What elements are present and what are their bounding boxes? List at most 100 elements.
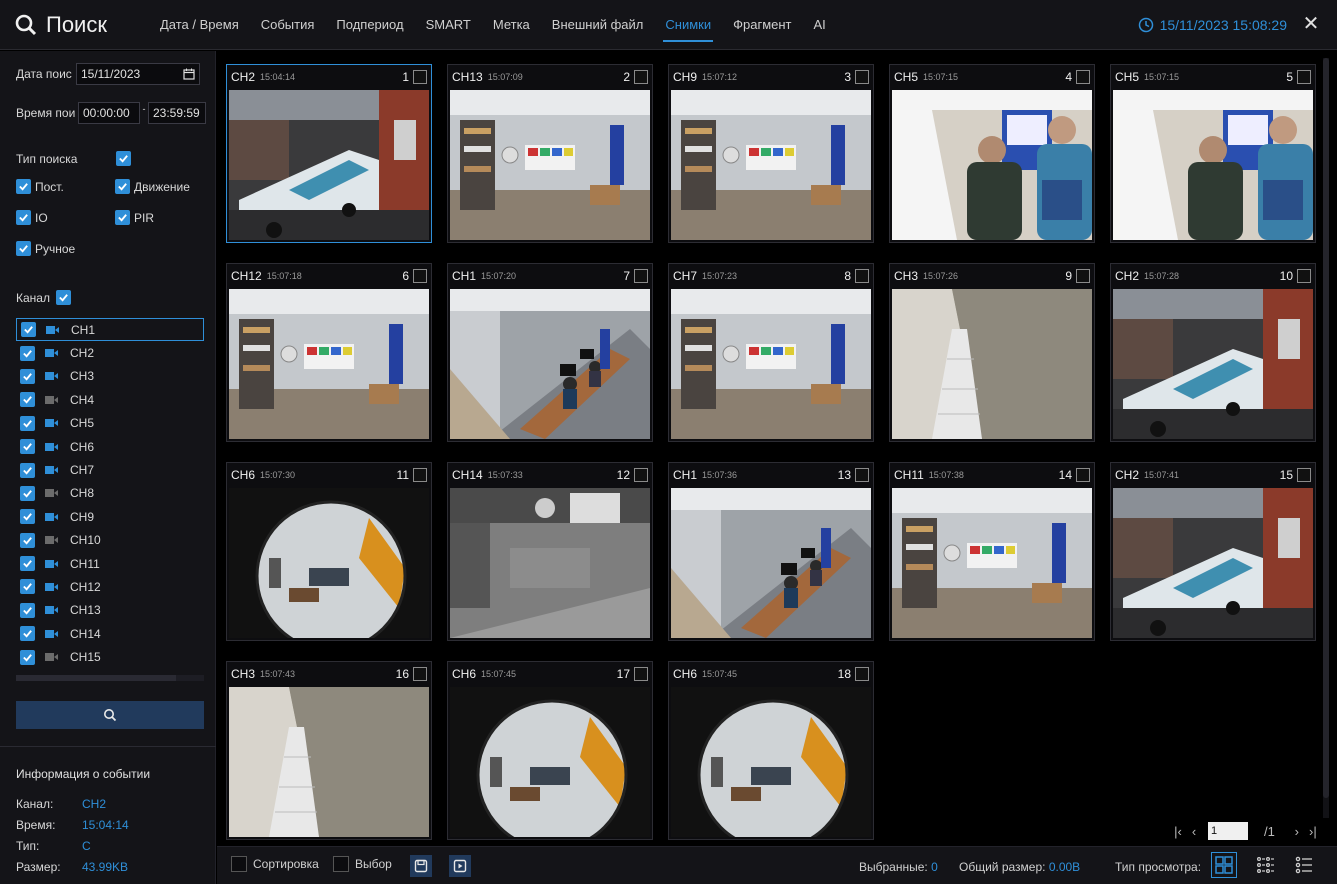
- sort-toggle[interactable]: Сортировка: [231, 856, 319, 872]
- type-checkbox-io[interactable]: [16, 210, 31, 225]
- type-checkbox-pir[interactable]: [115, 210, 130, 225]
- snapshot-tile[interactable]: CH2 15:04:14 1: [226, 64, 432, 243]
- snapshot-checkbox[interactable]: [855, 468, 869, 482]
- search-button[interactable]: [16, 701, 204, 729]
- type-checkbox-motion[interactable]: [115, 179, 130, 194]
- tab-5[interactable]: Внешний файл: [552, 0, 644, 50]
- snapshot-checkbox[interactable]: [634, 667, 648, 681]
- channel-item-ch2[interactable]: CH2: [16, 341, 204, 364]
- snapshot-checkbox[interactable]: [413, 468, 427, 482]
- channel-checkbox[interactable]: [20, 556, 35, 572]
- snapshot-thumbnail[interactable]: [671, 90, 871, 240]
- channel-item-ch8[interactable]: CH8: [16, 482, 204, 505]
- select-checkbox[interactable]: [333, 856, 349, 872]
- channel-checkbox[interactable]: [20, 462, 35, 478]
- play-button[interactable]: [449, 855, 471, 877]
- channel-checkbox[interactable]: [20, 626, 35, 642]
- snapshot-thumbnail[interactable]: [1113, 488, 1313, 638]
- tab-3[interactable]: SMART: [426, 0, 471, 50]
- snapshot-thumbnail[interactable]: [229, 289, 429, 439]
- snapshot-checkbox[interactable]: [1076, 70, 1090, 84]
- snapshot-thumbnail[interactable]: [671, 289, 871, 439]
- snapshot-checkbox[interactable]: [1297, 468, 1311, 482]
- channel-list[interactable]: CH1 CH2 CH3 CH4 CH5 CH6 CH7 CH8 CH9 CH10 CH11 CH12 C…: [16, 318, 204, 676]
- snapshot-thumbnail[interactable]: [892, 90, 1092, 240]
- tab-2[interactable]: Подпериод: [336, 0, 403, 50]
- date-field[interactable]: 15/11/2023: [76, 63, 200, 85]
- last-page-button[interactable]: ›|: [1305, 824, 1321, 839]
- snapshot-checkbox[interactable]: [413, 667, 427, 681]
- snapshot-checkbox[interactable]: [634, 269, 648, 283]
- channel-item-ch11[interactable]: CH11: [16, 552, 204, 575]
- channel-scroll-thumb[interactable]: [16, 675, 176, 681]
- snapshot-thumbnail[interactable]: [450, 488, 650, 638]
- snapshot-thumbnail[interactable]: [892, 289, 1092, 439]
- channel-item-ch10[interactable]: CH10: [16, 529, 204, 552]
- snapshot-checkbox[interactable]: [1076, 468, 1090, 482]
- snapshot-tile[interactable]: CH1 15:07:36 13: [668, 462, 874, 641]
- channel-checkbox[interactable]: [20, 368, 35, 384]
- snapshot-thumbnail[interactable]: [450, 90, 650, 240]
- channel-checkbox[interactable]: [21, 322, 36, 338]
- snapshot-tile[interactable]: CH14 15:07:33 12: [447, 462, 653, 641]
- page-input[interactable]: 1: [1208, 822, 1248, 840]
- channel-item-ch1[interactable]: CH1: [16, 318, 204, 342]
- snapshot-tile[interactable]: CH1 15:07:20 7: [447, 263, 653, 442]
- first-page-button[interactable]: |‹: [1170, 824, 1186, 839]
- snapshot-checkbox[interactable]: [855, 667, 869, 681]
- channel-checkbox[interactable]: [20, 439, 35, 455]
- channel-checkbox[interactable]: [20, 509, 35, 525]
- snapshot-thumbnail[interactable]: [1113, 289, 1313, 439]
- snapshot-checkbox[interactable]: [413, 269, 427, 283]
- type-checkbox-manual[interactable]: [16, 241, 31, 256]
- close-icon[interactable]: ✕: [1299, 12, 1323, 36]
- tab-1[interactable]: События: [261, 0, 315, 50]
- grid-scroll-thumb[interactable]: [1323, 58, 1329, 798]
- snapshot-tile[interactable]: CH5 15:07:15 4: [889, 64, 1095, 243]
- channel-item-ch3[interactable]: CH3: [16, 365, 204, 388]
- channel-item-ch15[interactable]: CH15: [16, 645, 204, 668]
- next-page-button[interactable]: ›: [1289, 824, 1305, 839]
- list-view-button[interactable]: [1291, 852, 1317, 878]
- snapshot-thumbnail[interactable]: [892, 488, 1092, 638]
- channel-item-ch4[interactable]: CH4: [16, 388, 204, 411]
- snapshot-tile[interactable]: CH2 15:07:41 15: [1110, 462, 1316, 641]
- snapshot-checkbox[interactable]: [634, 468, 648, 482]
- snapshot-tile[interactable]: CH9 15:07:12 3: [668, 64, 874, 243]
- search-type-all-checkbox[interactable]: [116, 151, 131, 166]
- snapshot-thumbnail[interactable]: [450, 289, 650, 439]
- channel-item-ch13[interactable]: CH13: [16, 599, 204, 622]
- snapshot-checkbox[interactable]: [1297, 70, 1311, 84]
- snapshot-checkbox[interactable]: [855, 70, 869, 84]
- channel-all-checkbox[interactable]: [55, 290, 71, 305]
- channel-list-scrollbar[interactable]: [16, 675, 204, 681]
- snapshot-tile[interactable]: CH3 15:07:43 16: [226, 661, 432, 840]
- snapshot-thumbnail[interactable]: [229, 90, 429, 240]
- snapshot-tile[interactable]: CH11 15:07:38 14: [889, 462, 1095, 641]
- channel-checkbox[interactable]: [20, 579, 35, 595]
- grid-scrollbar[interactable]: [1323, 58, 1329, 818]
- channel-item-ch12[interactable]: CH12: [16, 575, 204, 598]
- calendar-icon[interactable]: [183, 68, 195, 80]
- channel-item-ch7[interactable]: CH7: [16, 458, 204, 481]
- snapshot-checkbox[interactable]: [413, 70, 427, 84]
- snapshot-tile[interactable]: CH12 15:07:18 6: [226, 263, 432, 442]
- snapshot-checkbox[interactable]: [1076, 269, 1090, 283]
- grid-view-button[interactable]: [1211, 852, 1237, 878]
- snapshot-tile[interactable]: CH7 15:07:23 8: [668, 263, 874, 442]
- sort-checkbox[interactable]: [231, 856, 247, 872]
- tab-0[interactable]: Дата / Время: [160, 0, 239, 50]
- time-end-field[interactable]: 23:59:59: [148, 102, 206, 124]
- channel-checkbox[interactable]: [20, 485, 35, 501]
- prev-page-button[interactable]: ‹: [1186, 824, 1202, 839]
- tab-8[interactable]: AI: [814, 0, 826, 50]
- snapshot-thumbnail[interactable]: [450, 687, 650, 837]
- snapshot-tile[interactable]: CH6 15:07:45 18: [668, 661, 874, 840]
- tab-7[interactable]: Фрагмент: [733, 0, 791, 50]
- snapshot-checkbox[interactable]: [1297, 269, 1311, 283]
- channel-item-ch14[interactable]: CH14: [16, 622, 204, 645]
- channel-checkbox[interactable]: [20, 392, 35, 408]
- channel-item-ch5[interactable]: CH5: [16, 412, 204, 435]
- time-start-field[interactable]: 00:00:00: [78, 102, 140, 124]
- small-list-view-button[interactable]: [1253, 852, 1279, 878]
